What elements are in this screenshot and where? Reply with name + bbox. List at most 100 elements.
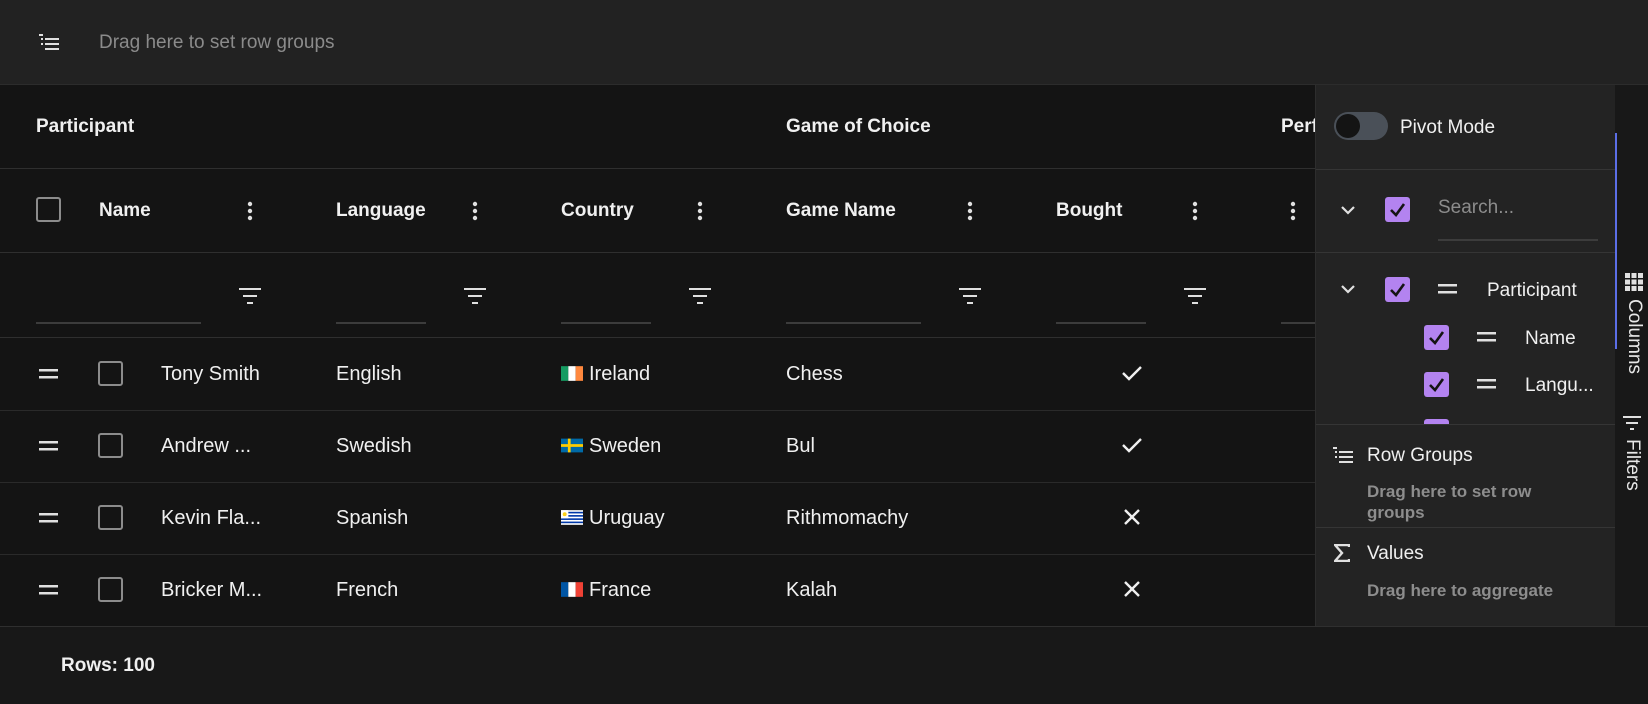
- cell-language: Swedish: [336, 435, 412, 457]
- column-header-row: Name Language Country Game Name Bought: [0, 169, 1315, 253]
- row-checkbox[interactable]: [98, 433, 123, 458]
- checkmark-icon: [1122, 365, 1142, 381]
- values-drop-zone[interactable]: Drag here to aggregate: [1367, 580, 1553, 601]
- column-menu-icon[interactable]: [1290, 201, 1296, 221]
- filter-icon[interactable]: [959, 287, 981, 305]
- column-search-input[interactable]: Search...: [1438, 197, 1598, 241]
- columns-tool-panel: Pivot Mode Search... Participant Name La…: [1315, 85, 1616, 626]
- cell-name: Bricker M...: [161, 579, 263, 601]
- drag-handle-icon[interactable]: [1477, 332, 1496, 342]
- side-bar: Columns Filters: [1615, 85, 1648, 626]
- cell-name: Tony Smith: [161, 363, 260, 385]
- tab-columns[interactable]: Columns: [1615, 133, 1648, 374]
- cell-name: Kevin Fla...: [161, 507, 262, 529]
- header-group-performance[interactable]: Perf: [1281, 116, 1315, 138]
- tab-filters-label: Filters: [1622, 439, 1643, 491]
- country-label: France: [589, 579, 652, 601]
- chevron-down-icon[interactable]: [1340, 205, 1356, 215]
- column-menu-icon[interactable]: [1192, 201, 1198, 221]
- cell-game-name: Kalah: [786, 579, 838, 601]
- floating-filter-input[interactable]: [336, 322, 426, 324]
- data-grid: Participant Game of Choice Perf Name Lan…: [0, 85, 1315, 626]
- cell-language: Spanish: [336, 507, 409, 529]
- floating-filter-row: [0, 253, 1315, 338]
- column-menu-icon[interactable]: [697, 201, 703, 221]
- column-checkbox-participant[interactable]: [1385, 277, 1410, 302]
- filter-icon[interactable]: [1184, 287, 1206, 305]
- row-checkbox[interactable]: [98, 505, 123, 530]
- country-label: Ireland: [589, 363, 651, 385]
- cell-language: English: [336, 363, 402, 385]
- cell-country: Ireland: [561, 363, 650, 386]
- cell-game-name: Rithmomachy: [786, 507, 909, 529]
- floating-filter-input[interactable]: [561, 322, 651, 324]
- floating-filter-input[interactable]: [36, 322, 201, 324]
- floating-filter-input[interactable]: [786, 322, 921, 324]
- row-checkbox[interactable]: [98, 577, 123, 602]
- values-title: Values: [1367, 543, 1424, 564]
- drag-handle-icon[interactable]: [1477, 379, 1496, 389]
- pivot-mode-toggle[interactable]: [1334, 112, 1388, 140]
- filter-icon[interactable]: [464, 287, 486, 305]
- grid-icon: [1625, 273, 1643, 291]
- select-all-checkbox[interactable]: [36, 197, 61, 222]
- filter-icon[interactable]: [239, 287, 261, 305]
- checkmark-icon: [1122, 437, 1142, 453]
- row-group-icon: [38, 32, 60, 52]
- france-flag-icon: [561, 582, 583, 597]
- status-bar: Rows: 100: [0, 626, 1648, 704]
- cell-game-name: Chess: [786, 363, 843, 385]
- filter-icon[interactable]: [689, 287, 711, 305]
- drag-handle-icon[interactable]: [39, 369, 58, 379]
- column-header-country[interactable]: Country: [561, 200, 634, 222]
- cross-icon: [1124, 509, 1140, 525]
- row-group-placeholder: Drag here to set row groups: [99, 32, 335, 53]
- table-row[interactable]: Andrew ... Swedish Sweden Bul: [0, 410, 1315, 483]
- header-group-game-of-choice[interactable]: Game of Choice: [786, 116, 931, 138]
- column-checkbox-language[interactable]: [1424, 372, 1449, 397]
- floating-filter-input[interactable]: [1281, 322, 1315, 324]
- column-checkbox-name[interactable]: [1424, 325, 1449, 350]
- chevron-down-icon[interactable]: [1340, 284, 1356, 294]
- header-group-participant[interactable]: Participant: [36, 116, 134, 138]
- column-menu-icon[interactable]: [247, 201, 253, 221]
- column-menu-icon[interactable]: [967, 201, 973, 221]
- column-tree-language[interactable]: Langu...: [1525, 375, 1594, 397]
- ireland-flag-icon: [561, 366, 583, 381]
- row-group-icon: [1332, 446, 1354, 464]
- table-row[interactable]: Tony Smith English Ireland Chess: [0, 338, 1315, 411]
- filter-icon: [1623, 415, 1641, 430]
- row-checkbox[interactable]: [98, 361, 123, 386]
- header-group-row: Participant Game of Choice Perf: [0, 85, 1315, 169]
- row-group-drop-zone[interactable]: Drag here to set row groups: [0, 0, 1648, 85]
- tab-columns-label: Columns: [1624, 299, 1645, 374]
- select-all-columns-checkbox[interactable]: [1385, 197, 1410, 222]
- column-menu-icon[interactable]: [472, 201, 478, 221]
- country-label: Uruguay: [589, 507, 665, 529]
- row-groups-title: Row Groups: [1367, 445, 1473, 466]
- cell-country: Sweden: [561, 435, 661, 458]
- cell-language: French: [336, 579, 399, 601]
- sigma-icon: [1334, 544, 1350, 562]
- column-header-name[interactable]: Name: [99, 200, 151, 222]
- drag-handle-icon[interactable]: [39, 585, 58, 595]
- column-tree-name[interactable]: Name: [1525, 328, 1576, 350]
- column-header-bought[interactable]: Bought: [1056, 200, 1122, 222]
- tab-filters[interactable]: Filters: [1615, 415, 1648, 525]
- cell-country: France: [561, 579, 651, 602]
- pivot-mode-label: Pivot Mode: [1400, 117, 1496, 138]
- row-count: Rows: 100: [61, 655, 155, 676]
- row-groups-drop-zone[interactable]: Drag here to set row groups: [1367, 481, 1587, 523]
- drag-handle-icon[interactable]: [39, 441, 58, 451]
- uruguay-flag-icon: [561, 510, 583, 525]
- column-header-game-name[interactable]: Game Name: [786, 200, 896, 222]
- cell-name: Andrew ...: [161, 435, 252, 457]
- column-tree-participant[interactable]: Participant: [1487, 280, 1577, 302]
- drag-handle-icon[interactable]: [39, 513, 58, 523]
- table-row[interactable]: Kevin Fla... Spanish Uruguay Rithmomachy: [0, 482, 1315, 555]
- country-label: Sweden: [589, 435, 662, 457]
- table-row[interactable]: Bricker M... French France Kalah: [0, 554, 1315, 626]
- drag-handle-icon[interactable]: [1438, 284, 1457, 294]
- floating-filter-input[interactable]: [1056, 322, 1146, 324]
- column-header-language[interactable]: Language: [336, 200, 426, 222]
